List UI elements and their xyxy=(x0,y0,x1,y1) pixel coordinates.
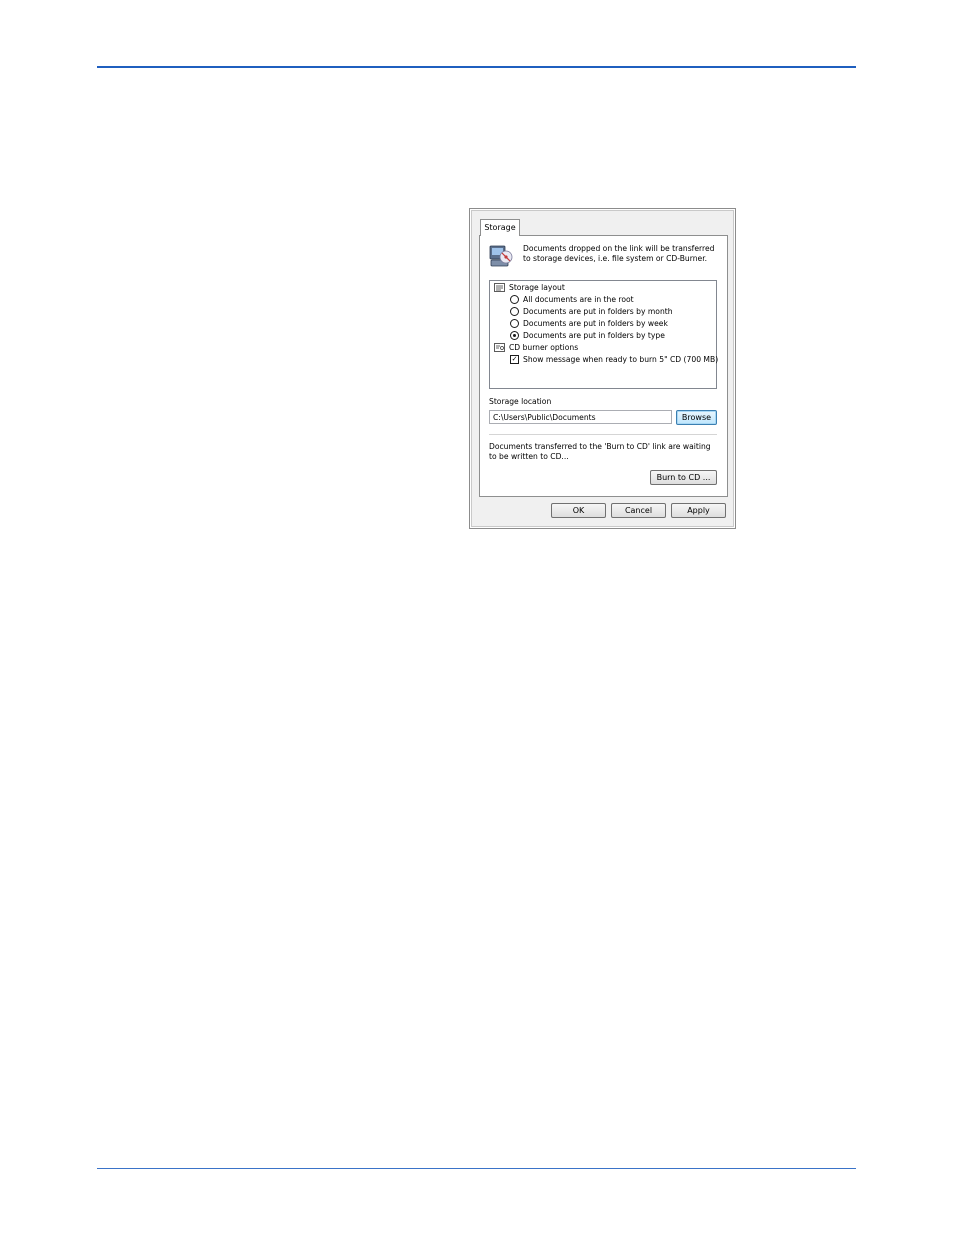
storage-location-label: Storage location xyxy=(489,397,552,406)
header-rule xyxy=(97,66,856,68)
radio-type[interactable] xyxy=(510,331,519,340)
storage-layout-label: Storage layout xyxy=(509,283,565,292)
apply-button[interactable]: Apply xyxy=(671,503,726,518)
cd-burner-options-label: CD burner options xyxy=(509,343,579,352)
radio-root[interactable] xyxy=(510,295,519,304)
radio-week[interactable] xyxy=(510,319,519,328)
intro-description: Documents dropped on the link will be tr… xyxy=(523,244,715,263)
radio-month[interactable] xyxy=(510,307,519,316)
ok-button[interactable]: OK xyxy=(551,503,606,518)
show-burn-message-checkbox[interactable]: ✓ xyxy=(510,355,519,364)
show-burn-message-label: Show message when ready to burn 5" CD (7… xyxy=(523,355,719,364)
storage-devices-icon xyxy=(489,245,513,267)
browse-button[interactable]: Browse xyxy=(676,410,717,425)
tab-storage[interactable]: Storage xyxy=(480,219,520,236)
option-type-label: Documents are put in folders by type xyxy=(523,331,665,340)
cancel-button[interactable]: Cancel xyxy=(611,503,666,518)
section-divider xyxy=(489,434,717,435)
option-month-label: Documents are put in folders by month xyxy=(523,307,673,316)
burn-to-cd-button[interactable]: Burn to CD ... xyxy=(650,470,717,485)
storage-location-input[interactable] xyxy=(489,410,672,424)
burn-note: Documents transferred to the 'Burn to CD… xyxy=(489,442,711,461)
option-root-label: All documents are in the root xyxy=(523,295,634,304)
footer-rule xyxy=(97,1168,856,1169)
storage-layout-icon xyxy=(494,283,505,292)
cd-burner-icon xyxy=(494,343,505,352)
option-week-label: Documents are put in folders by week xyxy=(523,319,668,328)
